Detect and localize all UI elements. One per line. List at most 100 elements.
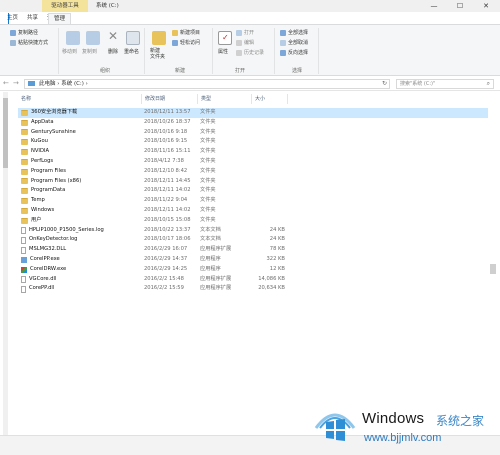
- file-name[interactable]: VGCore.dll: [29, 275, 56, 285]
- file-name-cell[interactable]: 360安全浏览器下载: [21, 108, 141, 118]
- file-row[interactable]: Temp 2018/11/22 9:04 文件夹: [18, 196, 488, 206]
- select-none-button[interactable]: 全部取消: [280, 39, 308, 47]
- address-bar[interactable]: 此电脑 › 系统 (C:) › ↻: [24, 79, 390, 89]
- file-row[interactable]: HPLIP1000_P1500_Series.log 2018/10/22 13:…: [18, 226, 488, 236]
- file-row[interactable]: KuGou 2018/10/16 9:15 文件夹: [18, 137, 488, 147]
- back-arrow-icon[interactable]: ←: [3, 79, 9, 87]
- file-name-cell[interactable]: AppData: [21, 118, 141, 128]
- paste-shortcut-button[interactable]: 粘贴快捷方式: [10, 39, 48, 47]
- file-name[interactable]: MSLMG32.DLL: [29, 245, 66, 255]
- copy-path-button[interactable]: 复制路径: [10, 29, 38, 37]
- column-name[interactable]: 名称: [18, 94, 142, 104]
- file-row[interactable]: CorelPP.exe 2016/2/29 14:37 应用程序 322 KB: [18, 255, 488, 265]
- move-to-icon[interactable]: [66, 31, 80, 45]
- file-name-cell[interactable]: MSLMG32.DLL: [21, 245, 141, 255]
- file-row[interactable]: PerfLogs 2018/4/12 7:38 文件夹: [18, 157, 488, 167]
- file-name-cell[interactable]: CorelDRW.exe: [21, 265, 141, 275]
- delete-icon[interactable]: ✕: [108, 29, 118, 43]
- rename-icon[interactable]: [126, 31, 140, 45]
- properties-label[interactable]: 属性: [218, 48, 228, 55]
- file-row[interactable]: ProgramData 2018/12/11 14:02 文件夹: [18, 186, 488, 196]
- copy-to-icon[interactable]: [86, 31, 100, 45]
- file-name-cell[interactable]: KuGou: [21, 137, 141, 147]
- rename-label[interactable]: 重命名: [124, 48, 139, 55]
- context-tab-drive-tools[interactable]: 驱动器工具: [42, 0, 88, 12]
- file-name-cell[interactable]: Windows: [21, 206, 141, 216]
- file-row[interactable]: AppData 2018/10/26 18:37 文件夹: [18, 118, 488, 128]
- file-row[interactable]: Program Files (x86) 2018/12/11 14:45 文件夹: [18, 177, 488, 187]
- minimize-button[interactable]: —: [422, 0, 446, 12]
- file-name[interactable]: OnKeyDetector.log: [29, 235, 77, 245]
- file-name[interactable]: 360安全浏览器下载: [31, 108, 77, 118]
- nav-scrollbar-thumb[interactable]: [3, 98, 8, 168]
- file-name-cell[interactable]: Program Files (x86): [21, 177, 141, 187]
- file-name[interactable]: AppData: [31, 118, 54, 128]
- breadcrumb[interactable]: 此电脑 › 系统 (C:) ›: [39, 81, 88, 87]
- navigation-pane[interactable]: [0, 92, 9, 435]
- file-name[interactable]: 用户: [31, 216, 41, 226]
- file-name[interactable]: PerfLogs: [31, 157, 53, 167]
- file-name[interactable]: Program Files: [31, 167, 66, 177]
- edit-button[interactable]: 编辑: [236, 39, 254, 47]
- file-name-cell[interactable]: Temp: [21, 196, 141, 206]
- forward-arrow-icon[interactable]: →: [13, 79, 19, 87]
- file-name[interactable]: ProgramData: [31, 186, 65, 196]
- file-name-cell[interactable]: Program Files: [21, 167, 141, 177]
- file-name[interactable]: KuGou: [31, 137, 48, 147]
- tab-home[interactable]: 主页: [2, 13, 23, 24]
- copy-to-label[interactable]: 复制到: [82, 48, 97, 55]
- select-all-button[interactable]: 全部选择: [280, 29, 308, 37]
- file-row[interactable]: OnKeyDetector.log 2018/10/17 18:06 文本文档 24 …: [18, 235, 488, 245]
- column-date[interactable]: 修改日期: [142, 94, 198, 104]
- invert-selection-button[interactable]: 反向选择: [280, 49, 308, 57]
- column-size[interactable]: 大小: [252, 94, 288, 104]
- delete-label[interactable]: 删除: [108, 48, 118, 55]
- file-name-cell[interactable]: PerfLogs: [21, 157, 141, 167]
- file-size: 14,086 KB: [258, 275, 285, 282]
- file-name-cell[interactable]: CorelPP.exe: [21, 255, 141, 265]
- tab-share[interactable]: 共享: [22, 13, 43, 24]
- file-row[interactable]: CorePP.dll 2016/2/2 15:59 应用程序扩展 20,634 KB: [18, 284, 488, 294]
- file-name[interactable]: Temp: [31, 196, 45, 206]
- new-folder-label[interactable]: 新建 文件夹: [150, 48, 165, 60]
- file-row[interactable]: 360安全浏览器下载 2018/12/11 13:57 文件夹: [18, 108, 488, 118]
- easy-access-button[interactable]: 轻松访问: [172, 39, 200, 47]
- file-name-cell[interactable]: CorePP.dll: [21, 284, 141, 294]
- file-row[interactable]: 用户 2018/10/15 15:08 文件夹: [18, 216, 488, 226]
- new-folder-icon[interactable]: [152, 31, 166, 45]
- file-row[interactable]: MSLMG32.DLL 2016/2/29 16:07 应用程序扩展 78 KB: [18, 245, 488, 255]
- tab-manage[interactable]: 管理: [48, 13, 72, 24]
- column-type[interactable]: 类型: [198, 94, 252, 104]
- new-item-button[interactable]: 新建项目: [172, 29, 200, 37]
- file-name-cell[interactable]: HPLIP1000_P1500_Series.log: [21, 226, 141, 236]
- close-button[interactable]: ✕: [474, 0, 498, 12]
- file-name-cell[interactable]: ProgramData: [21, 186, 141, 196]
- file-name[interactable]: GenturySunshine: [31, 128, 76, 138]
- file-row[interactable]: NVIDIA 2018/11/16 15:11 文件夹: [18, 147, 488, 157]
- open-button[interactable]: 打开: [236, 29, 254, 37]
- refresh-icon[interactable]: ↻: [382, 80, 387, 88]
- file-row[interactable]: Windows 2018/12/11 14:02 文件夹: [18, 206, 488, 216]
- file-name[interactable]: CorePP.dll: [29, 284, 54, 294]
- file-name-cell[interactable]: VGCore.dll: [21, 275, 141, 285]
- file-row[interactable]: VGCore.dll 2016/2/2 15:48 应用程序扩展 14,086 KB: [18, 275, 488, 285]
- file-name[interactable]: Program Files (x86): [31, 177, 81, 187]
- file-name-cell[interactable]: OnKeyDetector.log: [21, 235, 141, 245]
- list-scrollbar-thumb[interactable]: [490, 264, 496, 274]
- file-row[interactable]: CorelDRW.exe 2016/2/29 14:25 应用程序 12 KB: [18, 265, 488, 275]
- file-name[interactable]: CorelPP.exe: [30, 255, 60, 265]
- maximize-button[interactable]: ☐: [448, 0, 472, 12]
- history-button[interactable]: 历史记录: [236, 49, 264, 57]
- search-input[interactable]: 搜索"系统 (C:)" ⌕: [396, 79, 494, 89]
- file-row[interactable]: GenturySunshine 2018/10/16 9:18 文件夹: [18, 128, 488, 138]
- file-row[interactable]: Program Files 2018/12/10 8:42 文件夹: [18, 167, 488, 177]
- file-name-cell[interactable]: NVIDIA: [21, 147, 141, 157]
- file-name-cell[interactable]: 用户: [21, 216, 141, 226]
- file-name[interactable]: HPLIP1000_P1500_Series.log: [29, 226, 104, 236]
- file-name-cell[interactable]: GenturySunshine: [21, 128, 141, 138]
- file-name[interactable]: Windows: [31, 206, 54, 216]
- file-name[interactable]: NVIDIA: [31, 147, 49, 157]
- properties-icon[interactable]: ✓: [218, 31, 232, 45]
- move-to-label[interactable]: 移动到: [62, 48, 77, 55]
- file-name[interactable]: CorelDRW.exe: [30, 265, 66, 275]
